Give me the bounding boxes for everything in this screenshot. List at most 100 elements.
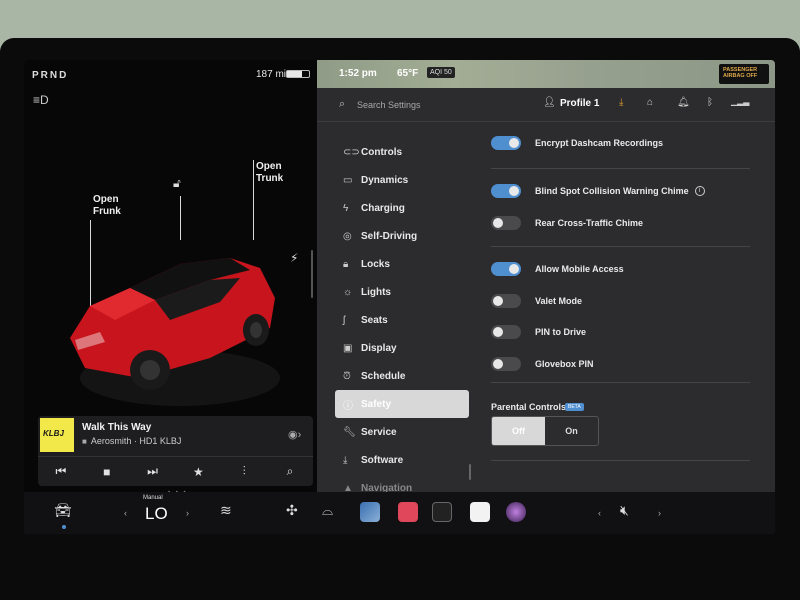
menu-item-charging[interactable]: ϟ Charging (335, 194, 469, 222)
valet-mode-toggle[interactable] (491, 294, 521, 308)
apps-grid-icon[interactable] (432, 502, 452, 522)
temp-up-chevron-icon[interactable]: › (186, 508, 189, 518)
car-panel: PRND 187 mi ≡D Open Frunk 🔓︎ Open Trunk … (24, 60, 317, 496)
download-icon: ⤓ (343, 454, 348, 466)
app-launcher-icon[interactable] (360, 502, 380, 522)
toggle-row-encrypt-dashcam[interactable]: Encrypt Dashcam Recordings (491, 132, 663, 154)
fan-icon[interactable]: ✣ (286, 502, 298, 519)
battery-icon (286, 70, 310, 78)
open-frunk-button[interactable]: Open Frunk (93, 194, 121, 218)
car-panel-handle[interactable] (311, 250, 313, 298)
calendar-app-icon[interactable] (470, 502, 490, 522)
steering-wheel-icon: ◎ (343, 230, 352, 242)
artist-station: Aerosmith · HD1 KLBJ (82, 436, 182, 446)
media-source-icon[interactable]: ◉› (288, 428, 301, 441)
download-icon[interactable]: ⤓ (619, 97, 623, 108)
menu-item-display[interactable]: ▣ Display (335, 334, 469, 362)
media-search-icon[interactable]: ⌕ (276, 464, 304, 479)
favorite-star-icon[interactable]: ★ (184, 465, 212, 479)
previous-track-icon[interactable]: ⏮︎ (47, 464, 75, 479)
search-icon: ⌕ (339, 98, 346, 110)
passenger-airbag-indicator: PASSENGER AIRBAG OFF (719, 64, 769, 84)
parental-controls-switch: Off On (491, 416, 599, 446)
beta-badge: BETA (565, 403, 584, 411)
blind-spot-chime-toggle[interactable] (491, 184, 521, 198)
headlight-icon[interactable]: ≡D (33, 93, 49, 107)
menu-item-self-driving[interactable]: ◎ Self-Driving (335, 222, 469, 250)
rear-cross-traffic-toggle[interactable] (491, 216, 521, 230)
sun-icon: ☼ (343, 286, 353, 298)
toggle-row-rear-cross-traffic[interactable]: Rear Cross-Traffic Chime (491, 212, 643, 234)
menu-item-software[interactable]: ⤓ Software (335, 446, 469, 474)
volume-down-chevron-icon[interactable]: ‹ (598, 508, 601, 518)
mobile-access-toggle[interactable] (491, 262, 521, 276)
menu-item-controls[interactable]: ⊂⊃ Controls (335, 138, 469, 166)
range-readout: 187 mi (256, 69, 287, 80)
settings-menu: ⊂⊃ Controls ▭ Dynamics ϟ Charging ◎ Self-Dri… (335, 138, 469, 502)
pin-to-drive-toggle[interactable] (491, 325, 521, 339)
menu-item-locks[interactable]: 🔒︎ Locks (335, 250, 469, 278)
equalizer-icon[interactable]: ⫶ (230, 464, 258, 479)
song-title: Walk This Way (82, 422, 152, 433)
lock-icon: 🔒︎ (343, 258, 349, 270)
outside-temperature: 65°F (397, 68, 419, 79)
parental-off-option[interactable]: Off (492, 417, 545, 445)
defrost-icon[interactable]: ⌓ (322, 502, 333, 519)
encrypt-dashcam-toggle[interactable] (491, 136, 521, 150)
seat-heater-icon[interactable]: ≋ (220, 502, 232, 519)
toggle-row-pin-to-drive[interactable]: PIN to Drive (491, 321, 586, 343)
volume-up-chevron-icon[interactable]: › (658, 508, 661, 518)
divider (491, 246, 750, 247)
gear-indicator: PRND (32, 70, 69, 81)
temp-down-chevron-icon[interactable]: ‹ (124, 508, 127, 518)
bell-icon[interactable]: 🔔︎ (677, 97, 690, 108)
stop-icon[interactable]: ■ (93, 465, 121, 479)
toggle-row-glovebox-pin[interactable]: Glovebox PIN (491, 353, 594, 375)
glovebox-pin-toggle[interactable] (491, 357, 521, 371)
next-track-icon[interactable]: ⏭︎ (139, 464, 167, 479)
toggle-icon: ⊂⊃ (343, 146, 360, 158)
charge-port-icon[interactable]: ⚡︎ (290, 251, 298, 265)
climate-mode-label: Manual (143, 495, 163, 501)
bolt-icon: ϟ (343, 202, 349, 214)
seat-icon: ʃ (343, 314, 346, 326)
mute-icon[interactable]: 🔇︎ (620, 502, 629, 519)
profile-icon[interactable]: 👤︎ (543, 97, 556, 108)
clock-icon: ⏰︎ (343, 370, 351, 382)
car-icon: ▭ (343, 174, 353, 186)
menu-scrollbar[interactable] (469, 464, 471, 480)
settings-panel: ⌕ 👤︎ Profile 1 ⤓ ⌂ 🔔︎ ᛒ ▁▂▃ ⊂⊃Controls ▭… (317, 88, 775, 534)
garage-icon[interactable]: ⌂ (647, 97, 653, 108)
open-trunk-button[interactable]: Open Trunk (256, 161, 283, 185)
menu-item-dynamics[interactable]: ▭ Dynamics (335, 166, 469, 194)
menu-item-schedule[interactable]: ⏰︎ Schedule (335, 362, 469, 390)
media-controls: ⏮︎ ■ ⏭︎ ★ ⫶ ⌕ (38, 456, 313, 486)
camera-app-icon[interactable] (506, 502, 526, 522)
unlock-icon[interactable]: 🔓︎ (173, 176, 181, 191)
menu-item-lights[interactable]: ☼ Lights (335, 278, 469, 306)
info-icon: ⓘ (343, 400, 353, 412)
toggle-row-mobile-access[interactable]: Allow Mobile Access (491, 258, 624, 280)
parental-on-option[interactable]: On (545, 417, 598, 445)
car-icon[interactable]: 🚘︎ (54, 502, 72, 519)
menu-item-seats[interactable]: ʃ Seats (335, 306, 469, 334)
search-settings-input[interactable] (357, 96, 497, 114)
menu-item-safety[interactable]: ⓘ Safety (335, 390, 469, 418)
bluetooth-icon[interactable]: ᛒ (707, 97, 713, 108)
active-indicator (62, 525, 66, 529)
media-player: KLBJ Walk This Way Aerosmith · HD1 KLBJ … (38, 416, 313, 486)
toggle-row-valet-mode[interactable]: Valet Mode (491, 290, 582, 312)
info-icon[interactable]: i (694, 186, 705, 196)
map-strip[interactable]: 1:52 pm 65°F AQI 50 PASSENGER AIRBAG OFF (317, 60, 775, 88)
toggle-row-blind-spot[interactable]: Blind Spot Collision Warning Chime i (491, 180, 705, 202)
climate-temperature[interactable]: LO (145, 504, 168, 524)
aqi-badge: AQI 50 (427, 67, 455, 78)
music-app-icon[interactable] (398, 502, 418, 522)
menu-item-service[interactable]: 🔧︎ Service (335, 418, 469, 446)
clock: 1:52 pm (339, 68, 377, 79)
bottom-dock: 🚘︎ ‹ Manual LO › ≋ ✣ ⌓ ‹ 🔇︎ › (24, 492, 775, 534)
profile-name[interactable]: Profile 1 (560, 98, 599, 109)
settings-header: ⌕ 👤︎ Profile 1 ⤓ ⌂ 🔔︎ ᛒ ▁▂▃ (317, 88, 775, 122)
wrench-icon: 🔧︎ (343, 426, 356, 438)
display-icon: ▣ (343, 342, 353, 354)
